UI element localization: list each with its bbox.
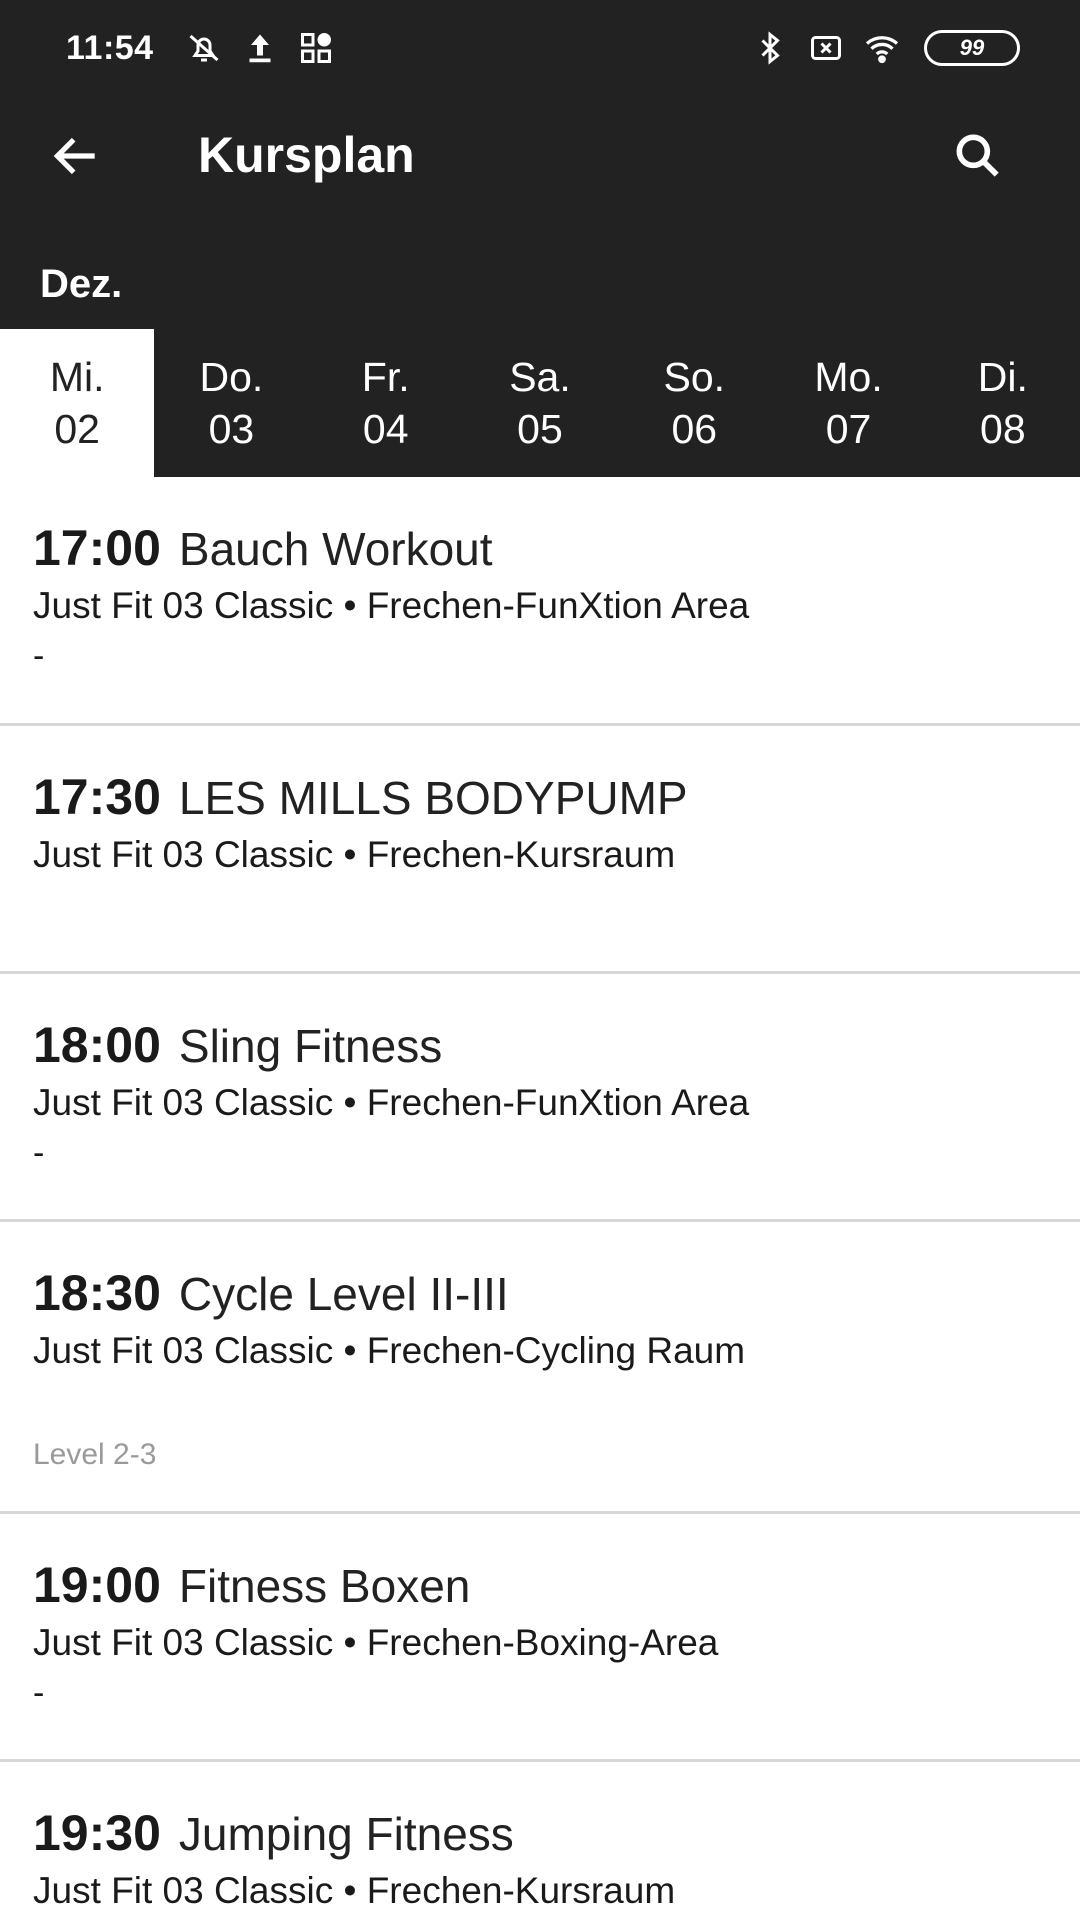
course-item[interactable]: 19:00 Fitness Boxen Just Fit 03 Classic •…: [0, 1514, 1080, 1762]
upload-icon: [240, 28, 280, 68]
course-header: 17:00 Bauch Workout: [33, 519, 493, 577]
course-item[interactable]: 18:30 Cycle Level II-III Just Fit 03 Clas…: [0, 1222, 1080, 1514]
course-note: Level 2-3: [33, 1438, 157, 1471]
day-date: 04: [362, 406, 409, 452]
day-tab-sa-05[interactable]: Sa. 05: [463, 329, 617, 477]
course-header: 19:30 Jumping Fitness: [33, 1804, 514, 1862]
course-name: Bauch Workout: [178, 523, 493, 575]
course-time: 17:30: [33, 769, 161, 825]
status-left: 11:54: [66, 28, 336, 68]
course-header: 19:00 Fitness Boxen: [33, 1556, 470, 1614]
course-location: Just Fit 03 Classic • Frechen-Cycling Ra…: [33, 1330, 746, 1371]
course-header: 18:00 Sling Fitness: [33, 1016, 442, 1074]
month-row: Dez.: [0, 214, 1080, 329]
kursplan-screen: 11:54 99 Kursplan Dez. Mi. 02 Do. 03 Fr.…: [0, 0, 1080, 1920]
course-time: 19:00: [33, 1557, 161, 1613]
course-list: 17:00 Bauch Workout Just Fit 03 Classic •…: [0, 477, 1080, 1920]
status-bar: 11:54 99: [0, 0, 1080, 96]
course-time: 19:30: [33, 1805, 161, 1861]
course-name: Fitness Boxen: [178, 1560, 471, 1612]
course-item[interactable]: 17:00 Bauch Workout Just Fit 03 Classic •…: [0, 477, 1080, 726]
wifi-icon: [862, 28, 902, 68]
month-label: Dez.: [40, 262, 123, 306]
status-time: 11:54: [66, 28, 154, 67]
course-location: Just Fit 03 Classic • Frechen-FunXtion A…: [33, 1082, 750, 1123]
day-date: 07: [825, 406, 872, 452]
day-tab-do-03[interactable]: Do. 03: [154, 329, 308, 477]
course-location: Just Fit 03 Classic • Frechen-Boxing-Are…: [33, 1622, 719, 1663]
no-sim-icon: [806, 28, 846, 68]
course-name: Jumping Fitness: [178, 1808, 514, 1860]
course-time: 18:30: [33, 1265, 161, 1321]
day-date: 05: [517, 406, 563, 452]
course-extra: -: [33, 1674, 45, 1712]
course-location: Just Fit 03 Classic • Frechen-Kursraum: [33, 1870, 676, 1911]
search-button[interactable]: [942, 120, 1014, 192]
course-name: LES MILLS BODYPUMP: [178, 772, 688, 824]
day-tabs: Mi. 02 Do. 03 Fr. 04 Sa. 05 So. 06 Mo. 0…: [0, 329, 1080, 477]
day-tab-fr-04[interactable]: Fr. 04: [309, 329, 463, 477]
status-right: 99: [750, 28, 1020, 68]
day-tab-mi-02[interactable]: Mi. 02: [0, 329, 155, 477]
course-extra: -: [33, 1134, 45, 1172]
day-date: 03: [208, 406, 255, 452]
muted-bell-icon: [184, 28, 224, 68]
course-item[interactable]: 17:30 LES MILLS BODYPUMP Just Fit 03 Clas…: [0, 726, 1080, 974]
day-tab-mo-07[interactable]: Mo. 07: [771, 329, 925, 477]
course-header: 18:30 Cycle Level II-III: [33, 1264, 509, 1322]
day-weekday: Fr.: [361, 354, 410, 400]
day-weekday: Di.: [977, 354, 1028, 400]
search-icon: [956, 134, 999, 177]
course-header: 17:30 LES MILLS BODYPUMP: [33, 768, 688, 826]
course-item[interactable]: 18:00 Sling Fitness Just Fit 03 Classic •…: [0, 974, 1080, 1222]
course-item[interactable]: 19:30 Jumping Fitness Just Fit 03 Classic…: [0, 1762, 1080, 1920]
day-weekday: Do.: [199, 354, 264, 400]
course-time: 17:00: [33, 520, 161, 576]
app-bar: Kursplan: [0, 96, 1080, 214]
course-name: Cycle Level II-III: [178, 1268, 509, 1320]
day-tab-di-08[interactable]: Di. 08: [926, 329, 1080, 477]
course-location: Just Fit 03 Classic • Frechen-Kursraum: [33, 834, 676, 875]
course-time: 18:00: [33, 1017, 161, 1073]
day-weekday: Sa.: [509, 354, 571, 400]
bluetooth-icon: [750, 28, 790, 68]
day-weekday: Mo.: [814, 354, 883, 400]
day-date: 08: [980, 406, 1026, 452]
page-title: Kursplan: [198, 127, 415, 183]
day-weekday: So.: [663, 354, 726, 400]
day-weekday: Mi.: [49, 354, 105, 400]
course-location: Just Fit 03 Classic • Frechen-FunXtion A…: [33, 585, 750, 626]
day-date: 02: [54, 406, 100, 452]
day-date: 06: [671, 406, 718, 452]
course-name: Sling Fitness: [178, 1020, 443, 1072]
battery-indicator: 99: [924, 30, 1020, 66]
arrow-back-icon: [53, 137, 95, 175]
app-grid-icon: [296, 28, 336, 68]
day-tab-so-06[interactable]: So. 06: [617, 329, 771, 477]
back-button[interactable]: [40, 120, 112, 192]
course-extra: -: [33, 637, 45, 675]
